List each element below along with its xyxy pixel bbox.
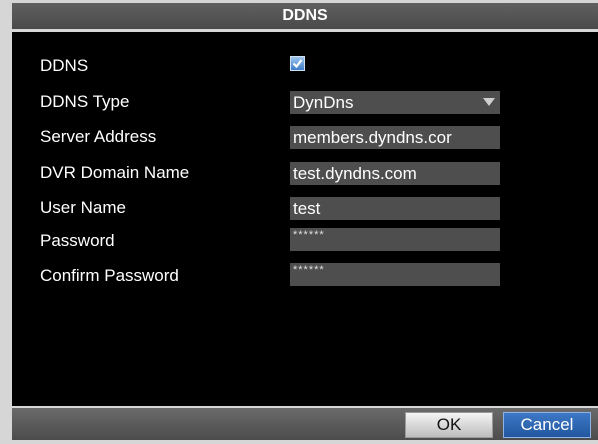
password-label: Password (40, 231, 115, 250)
user-name-field[interactable]: test (290, 197, 500, 220)
dialog-title: DDNS (12, 3, 598, 29)
ddns-type-value: DynDns (293, 93, 354, 112)
password-field[interactable]: ****** (290, 228, 500, 251)
ddns-dialog: DDNS DDNS DDNS Type DynDns Server Addres… (0, 0, 598, 444)
ddns-enable-label: DDNS (40, 56, 89, 75)
server-address-label: Server Address (40, 127, 157, 146)
dvr-domain-name-field[interactable]: test.dyndns.com (290, 162, 500, 185)
ok-button[interactable]: OK (405, 412, 493, 438)
settings-panel: DDNS DDNS Type DynDns Server Address mem… (12, 32, 598, 406)
ddns-type-label: DDNS Type (40, 92, 130, 111)
dvr-domain-name-label: DVR Domain Name (40, 163, 190, 182)
chevron-down-icon[interactable] (483, 98, 495, 106)
confirm-password-field[interactable]: ****** (290, 263, 500, 286)
user-name-label: User Name (40, 198, 126, 217)
cancel-button[interactable]: Cancel (503, 412, 591, 438)
confirm-password-label: Confirm Password (40, 266, 179, 285)
server-address-field[interactable]: members.dyndns.cor (290, 126, 500, 149)
check-icon (292, 59, 303, 69)
ddns-type-select[interactable]: DynDns (290, 91, 500, 114)
dialog-footer: OK Cancel (12, 408, 598, 440)
ddns-enable-checkbox[interactable] (290, 56, 305, 71)
